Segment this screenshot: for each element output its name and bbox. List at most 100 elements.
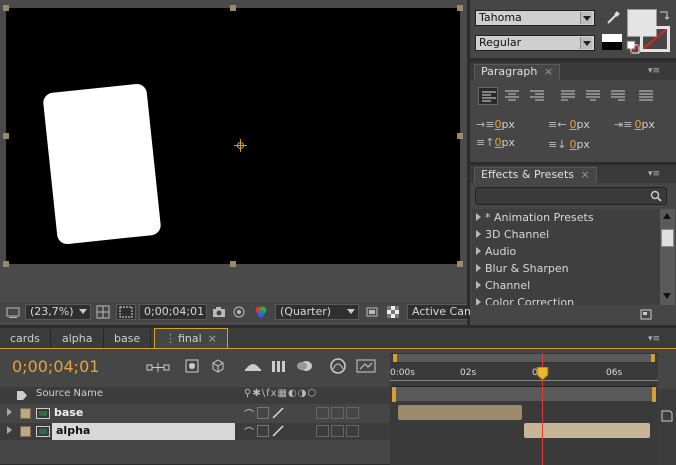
align-center-button[interactable] xyxy=(504,89,520,103)
white-card-layer[interactable] xyxy=(42,82,162,246)
panel-menu-icon[interactable]: ▾≡ xyxy=(640,334,660,344)
comp-mini-flowchart-icon[interactable] xyxy=(146,361,170,375)
bound-handle[interactable] xyxy=(230,5,236,11)
align-left-button[interactable] xyxy=(478,87,498,105)
swap-colors-icon[interactable] xyxy=(658,9,670,21)
work-area-bar[interactable] xyxy=(392,386,656,402)
close-icon[interactable]: × xyxy=(581,168,590,181)
stroke-color-swatch[interactable] xyxy=(640,26,670,52)
grid-guide-icon[interactable] xyxy=(96,305,110,319)
time-navigator[interactable] xyxy=(392,353,656,363)
graph-editor-icon[interactable] xyxy=(328,357,348,375)
layer-name[interactable]: base xyxy=(54,406,83,419)
anchor-point-icon[interactable] xyxy=(234,139,247,152)
draft-3d-icon[interactable] xyxy=(210,358,226,374)
current-time-field[interactable]: 0;00;04;01 xyxy=(139,304,207,320)
disclosure-triangle-icon[interactable] xyxy=(476,281,481,289)
bound-handle[interactable] xyxy=(457,5,463,11)
camera-view-dropdown[interactable]: Active Cam xyxy=(407,304,475,320)
layer-label-swatch[interactable] xyxy=(20,408,31,419)
source-name-header[interactable]: Source Name xyxy=(36,388,103,399)
layer-switch[interactable] xyxy=(316,407,329,419)
shy-switch-icon[interactable]: ⌒ xyxy=(244,406,254,421)
justify-last-center-button[interactable] xyxy=(585,89,601,103)
close-icon[interactable]: × xyxy=(544,65,553,78)
space-before-field[interactable]: ≡↑0px xyxy=(476,136,515,150)
brainstorm-icon[interactable] xyxy=(356,358,376,374)
navigator-end-handle[interactable] xyxy=(651,354,655,362)
effects-category-item[interactable]: Audio xyxy=(472,243,660,260)
hide-shy-layers-icon[interactable] xyxy=(244,359,262,373)
black-white-swatch-icon[interactable] xyxy=(602,34,622,50)
eyedropper-icon[interactable] xyxy=(605,10,621,26)
frame-blending-icon[interactable] xyxy=(270,358,288,374)
layer-name[interactable]: alpha xyxy=(56,424,90,437)
channels-rgb-icon[interactable] xyxy=(254,305,268,319)
disclosure-triangle-icon[interactable] xyxy=(476,298,481,305)
font-family-dropdown[interactable]: Tahoma xyxy=(475,10,595,26)
work-area-end-handle[interactable] xyxy=(652,387,656,402)
space-after-field[interactable]: ≡↓ 0px xyxy=(548,138,590,152)
composition-canvas[interactable] xyxy=(6,8,460,264)
scroll-up-icon[interactable] xyxy=(663,213,671,219)
disclosure-triangle-icon[interactable] xyxy=(476,264,481,272)
layer-row[interactable]: base ⌒ xyxy=(0,405,390,422)
tab-comp-final[interactable]: ⋮ final × xyxy=(154,328,228,349)
layer-switch[interactable] xyxy=(346,425,359,437)
disclosure-triangle-icon[interactable] xyxy=(7,408,12,416)
timeline-timecode[interactable]: 0;00;04;01 xyxy=(12,357,99,376)
tab-comp-cards[interactable]: cards xyxy=(0,329,51,349)
navigator-start-handle[interactable] xyxy=(393,354,397,362)
time-graph[interactable]: 0:00s 02s 04s 06s xyxy=(390,353,658,465)
tab-comp-base[interactable]: base xyxy=(104,329,152,349)
indent-left-field[interactable]: →≡0px xyxy=(476,118,515,132)
scroll-down-icon[interactable] xyxy=(663,293,671,299)
show-snapshot-icon[interactable] xyxy=(232,305,246,319)
layer-duration-bar[interactable] xyxy=(398,405,522,420)
layer-row[interactable]: alpha ⌒ xyxy=(0,423,390,440)
disclosure-triangle-icon[interactable] xyxy=(476,247,481,255)
quality-switch-icon[interactable] xyxy=(272,425,284,437)
justify-all-button[interactable] xyxy=(638,89,654,103)
layer-switch[interactable] xyxy=(316,425,329,437)
layer-label-swatch[interactable] xyxy=(20,426,31,437)
transparency-grid-icon[interactable] xyxy=(386,305,400,319)
bound-handle[interactable] xyxy=(457,133,463,139)
layer-switch[interactable] xyxy=(257,425,269,437)
live-update-icon[interactable] xyxy=(184,358,200,374)
tab-effects-presets[interactable]: Effects & Presets × xyxy=(474,167,597,183)
effects-category-item[interactable]: * Animation Presets xyxy=(472,209,660,226)
shy-switch-icon[interactable]: ⌒ xyxy=(244,424,254,439)
effects-category-item[interactable]: Color Correction xyxy=(472,294,660,305)
bound-handle[interactable] xyxy=(230,261,236,267)
new-folder-icon[interactable] xyxy=(640,308,652,320)
effects-category-item[interactable]: Channel xyxy=(472,277,660,294)
close-icon[interactable]: × xyxy=(208,332,217,345)
panel-menu-icon[interactable]: ▾≡ xyxy=(640,169,660,179)
justify-last-right-button[interactable] xyxy=(610,89,626,103)
disclosure-triangle-icon[interactable] xyxy=(476,213,481,221)
scroll-thumb[interactable] xyxy=(661,229,674,247)
tab-comp-alpha[interactable]: alpha xyxy=(52,329,104,349)
layer-switch[interactable] xyxy=(331,425,344,437)
layer-switch[interactable] xyxy=(346,407,359,419)
snapshot-camera-icon[interactable] xyxy=(212,305,226,319)
effects-category-item[interactable]: 3D Channel xyxy=(472,226,660,243)
fast-previews-icon[interactable] xyxy=(365,305,379,319)
resolution-dropdown[interactable]: (Quarter) xyxy=(275,304,359,320)
current-time-indicator-icon[interactable] xyxy=(536,367,549,381)
indent-right-field[interactable]: ≡← 0px xyxy=(548,118,590,132)
disclosure-triangle-icon[interactable] xyxy=(7,426,12,434)
align-right-button[interactable] xyxy=(529,89,545,103)
bound-handle[interactable] xyxy=(457,261,463,267)
effects-scrollbar[interactable] xyxy=(660,209,675,305)
layer-switch[interactable] xyxy=(257,407,269,419)
bound-handle[interactable] xyxy=(3,5,9,11)
indent-first-line-field[interactable]: ⇥≡ 0px xyxy=(614,118,655,132)
effects-search-input[interactable] xyxy=(478,189,646,203)
effects-category-item[interactable]: Blur & Sharpen xyxy=(472,260,660,277)
quality-switch-icon[interactable] xyxy=(272,407,284,419)
work-area-start-handle[interactable] xyxy=(392,387,396,402)
motion-blur-icon[interactable] xyxy=(296,358,314,374)
bound-handle[interactable] xyxy=(3,133,9,139)
